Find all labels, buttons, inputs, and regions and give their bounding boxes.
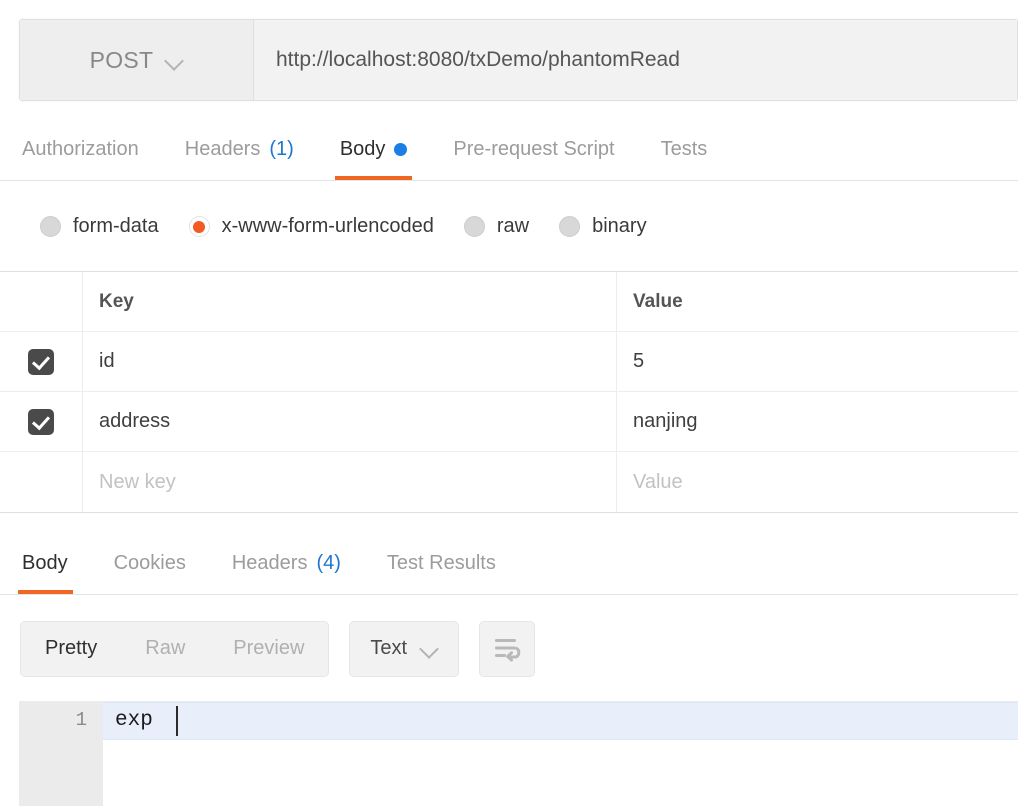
view-mode-raw[interactable]: Raw	[121, 622, 209, 676]
view-mode-raw-label: Raw	[145, 637, 186, 659]
row-checkbox-cell	[0, 452, 83, 512]
response-tab-cookies[interactable]: Cookies	[91, 533, 209, 594]
tab-authorization-label: Authorization	[22, 137, 139, 160]
url-bar: POST http://localhost:8080/txDemo/phanto…	[19, 19, 1018, 101]
body-modified-dot-icon	[394, 142, 408, 156]
header-value-cell: Value	[617, 272, 1018, 331]
response-format-label: Text	[370, 637, 408, 659]
response-body-editor[interactable]: 1 exp	[19, 701, 1018, 806]
radio-raw[interactable]: raw	[463, 215, 530, 238]
row-key-value: address	[99, 410, 171, 432]
row-checkbox-cell	[0, 392, 83, 451]
url-input-value: http://localhost:8080/txDemo/phantomRead	[276, 48, 680, 71]
postman-request-window: POST http://localhost:8080/txDemo/phanto…	[0, 0, 1018, 806]
view-mode-pretty-label: Pretty	[45, 637, 98, 659]
request-tabs: Authorization Headers (1) Body Pre-reque…	[0, 118, 1018, 181]
radio-selected-icon	[188, 216, 210, 237]
response-tab-headers[interactable]: Headers (4)	[209, 533, 364, 594]
row-checkbox-cell	[0, 332, 83, 391]
response-tab-body[interactable]: Body	[0, 533, 91, 594]
tab-headers-count: (1)	[269, 137, 294, 160]
response-tab-test-results-label: Test Results	[386, 552, 496, 574]
radio-raw-label: raw	[496, 215, 530, 237]
view-mode-preview-label: Preview	[233, 637, 305, 659]
tab-tests-label: Tests	[660, 137, 708, 160]
chevron-down-icon	[166, 52, 183, 69]
row-checkbox-checked-icon[interactable]	[28, 348, 54, 375]
new-value-input[interactable]: Value	[617, 452, 1018, 512]
url-input[interactable]: http://localhost:8080/txDemo/phantomRead	[254, 20, 1017, 100]
new-key-input[interactable]: New key	[83, 452, 617, 512]
response-tab-headers-label: Headers	[231, 552, 308, 574]
tab-headers[interactable]: Headers (1)	[162, 118, 317, 180]
tab-headers-label: Headers	[184, 137, 261, 160]
radio-icon	[559, 216, 581, 237]
row-value-value: 5	[633, 350, 645, 372]
radio-form-data[interactable]: form-data	[40, 215, 159, 238]
response-toolbar: Pretty Raw Preview Text	[0, 596, 1018, 701]
row-value-input[interactable]: nanjing	[617, 392, 1018, 451]
response-tab-test-results[interactable]: Test Results	[364, 533, 519, 594]
header-value-label: Value	[633, 290, 683, 312]
http-method-select[interactable]: POST	[20, 20, 254, 100]
editor-line-content: exp	[115, 709, 153, 732]
body-params-table: Key Value id 5 address nanjing New key V…	[0, 272, 1018, 513]
radio-form-data-label: form-data	[73, 215, 159, 237]
view-mode-group: Pretty Raw Preview	[20, 620, 330, 677]
row-checkbox-checked-icon[interactable]	[28, 408, 54, 435]
tab-pre-request-script[interactable]: Pre-request Script	[430, 118, 637, 180]
header-checkbox-cell	[0, 272, 83, 331]
radio-x-www-form-urlencoded-label: x-www-form-urlencoded	[221, 215, 434, 237]
new-key-placeholder: New key	[99, 470, 176, 493]
header-key-label: Key	[99, 290, 134, 312]
tab-tests[interactable]: Tests	[638, 118, 731, 180]
row-value-value: nanjing	[633, 410, 698, 432]
new-value-placeholder: Value	[633, 470, 683, 493]
response-tab-body-label: Body	[22, 552, 68, 574]
row-key-value: id	[99, 350, 115, 372]
body-type-radio-group: form-data x-www-form-urlencoded raw bina…	[0, 182, 1018, 272]
http-method-label: POST	[89, 46, 154, 73]
radio-icon	[463, 216, 485, 237]
response-tab-cookies-label: Cookies	[113, 552, 186, 574]
response-format-select[interactable]: Text	[349, 620, 460, 677]
radio-binary[interactable]: binary	[559, 215, 647, 238]
radio-x-www-form-urlencoded[interactable]: x-www-form-urlencoded	[188, 215, 434, 238]
active-line-highlight	[103, 702, 1018, 740]
tab-body-label: Body	[339, 137, 386, 160]
chevron-down-icon	[421, 640, 438, 657]
tab-body[interactable]: Body	[317, 118, 431, 180]
header-key-cell: Key	[83, 272, 617, 331]
radio-binary-label: binary	[592, 215, 647, 237]
view-mode-preview[interactable]: Preview	[209, 622, 328, 676]
tab-pre-request-script-label: Pre-request Script	[453, 137, 615, 160]
word-wrap-icon	[495, 638, 521, 661]
table-row: address nanjing	[0, 392, 1018, 452]
line-number: 1	[75, 709, 87, 731]
radio-icon	[40, 216, 61, 237]
response-tab-headers-count: (4)	[316, 552, 341, 574]
table-row: id 5	[0, 332, 1018, 392]
row-key-input[interactable]: id	[83, 332, 617, 391]
word-wrap-button[interactable]	[479, 620, 536, 677]
text-caret	[176, 706, 178, 736]
row-key-input[interactable]: address	[83, 392, 617, 451]
table-row-new: New key Value	[0, 452, 1018, 512]
table-header-row: Key Value	[0, 272, 1018, 332]
response-tabs: Body Cookies Headers (4) Test Results	[0, 533, 1018, 595]
view-mode-pretty[interactable]: Pretty	[21, 621, 122, 676]
editor-gutter: 1	[19, 702, 103, 806]
tab-authorization[interactable]: Authorization	[0, 118, 162, 180]
row-value-input[interactable]: 5	[617, 332, 1018, 391]
